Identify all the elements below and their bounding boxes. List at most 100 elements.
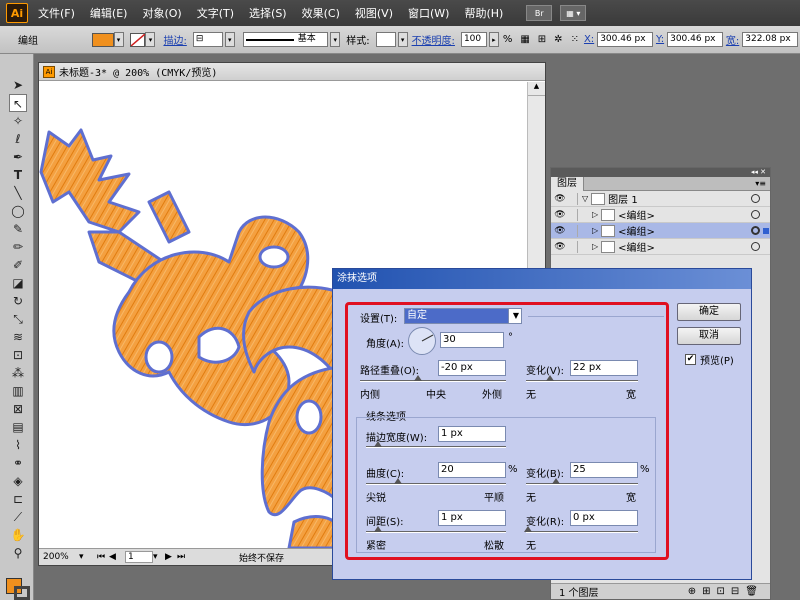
direct-selection-tool-icon[interactable]: ↖ <box>9 94 27 112</box>
ok-button[interactable]: 确定 <box>677 303 741 321</box>
expand-arrow-icon[interactable]: ▷ <box>592 242 598 251</box>
spacing-slider[interactable] <box>366 531 506 533</box>
target-circle-icon[interactable] <box>751 210 760 219</box>
stroke-width-slider[interactable] <box>366 446 506 448</box>
menu-select[interactable]: 选择(S) <box>249 5 287 21</box>
lock-toggle[interactable] <box>568 208 578 221</box>
stroke-swatch[interactable] <box>129 32 146 47</box>
stroke-profile-dropdown-icon[interactable]: ▾ <box>330 32 341 47</box>
opacity-link[interactable]: 不透明度: <box>412 32 455 47</box>
curviness-input[interactable]: 20 <box>438 462 506 478</box>
menu-help[interactable]: 帮助(H) <box>464 5 503 21</box>
isolate-icon[interactable]: ✲ <box>554 34 562 45</box>
live-paint-icon[interactable]: ◈ <box>9 472 27 490</box>
transform-icon[interactable]: ⊞ <box>538 34 546 45</box>
blend-tool-icon[interactable]: ⚭ <box>9 454 27 472</box>
y-link[interactable]: Y: <box>656 34 664 45</box>
setting-select[interactable]: 自定 <box>404 308 520 324</box>
hand-tool-icon[interactable]: ✋ <box>9 526 27 544</box>
spacing-variation-input[interactable]: 0 px <box>570 510 638 526</box>
layer-row-selected[interactable]: 👁 ▷ <编组> <box>551 223 770 239</box>
eraser-icon[interactable]: ◪ <box>9 274 27 292</box>
type-tool-icon[interactable]: T <box>9 166 27 184</box>
spacing-variation-slider[interactable] <box>526 531 638 533</box>
overlap-variation-slider[interactable] <box>526 380 638 382</box>
path-overlap-thumb[interactable] <box>414 375 422 381</box>
stroke-color-box[interactable] <box>14 586 30 600</box>
scale-tool-icon[interactable]: ⤡ <box>9 310 27 328</box>
layer-action-icons[interactable]: ⊕⊞⊡⊟🗑 <box>688 586 764 597</box>
prev-page-icon[interactable]: ◀ <box>109 552 121 562</box>
expand-arrow-icon[interactable]: ▷ <box>592 226 598 235</box>
y-input[interactable]: 300.46 px <box>667 32 723 47</box>
x-input[interactable]: 300.46 px <box>597 32 653 47</box>
curviness-slider[interactable] <box>366 483 506 485</box>
symbol-sprayer-icon[interactable]: ⁂ <box>9 364 27 382</box>
opacity-dropdown-icon[interactable]: ▸ <box>488 32 499 47</box>
target-circle-icon[interactable] <box>751 194 760 203</box>
menu-edit[interactable]: 编辑(E) <box>90 5 128 21</box>
align-icon[interactable]: ▦ <box>520 34 529 45</box>
overlap-variation-thumb[interactable] <box>546 375 554 381</box>
spacing-thumb[interactable] <box>374 526 382 532</box>
graph-tool-icon[interactable]: ▥ <box>9 382 27 400</box>
reference-point-icon[interactable]: ⁙ <box>571 34 579 45</box>
stroke-weight-field[interactable]: ⊟ <box>192 32 223 47</box>
spacing-variation-thumb[interactable] <box>524 526 532 532</box>
page-dropdown-icon[interactable]: ▾ <box>153 552 165 562</box>
selection-tool-icon[interactable]: ➤ <box>9 76 27 94</box>
panel-menu-icon[interactable]: ▾≡ <box>755 179 766 188</box>
path-overlap-input[interactable]: -20 px <box>438 360 506 376</box>
rotate-tool-icon[interactable]: ↻ <box>9 292 27 310</box>
fill-dropdown-icon[interactable]: ▾ <box>113 32 124 47</box>
angle-input[interactable]: 30 <box>440 332 504 348</box>
style-dropdown-icon[interactable]: ▾ <box>397 32 408 47</box>
preview-checkbox[interactable]: ✔ <box>685 354 696 365</box>
document-tab[interactable]: Ai 未标题-3* @ 200% (CMYK/预览) <box>39 63 545 81</box>
curviness-variation-slider[interactable] <box>526 483 638 485</box>
spacing-input[interactable]: 1 px <box>438 510 506 526</box>
menu-type[interactable]: 文字(T) <box>197 5 234 21</box>
width-input[interactable]: 322.08 px <box>742 32 799 47</box>
visibility-eye-icon[interactable]: 👁 <box>554 225 566 237</box>
cancel-button[interactable]: 取消 <box>677 327 741 345</box>
width-link[interactable]: 宽: <box>726 32 739 47</box>
lasso-icon[interactable]: ℓ <box>9 130 27 148</box>
path-overlap-slider[interactable] <box>360 380 506 382</box>
eyedropper-icon[interactable]: ⌇ <box>9 436 27 454</box>
layer-row[interactable]: 👁 ▽ 图层 1 <box>551 191 770 207</box>
page-input[interactable]: 1 <box>125 551 153 563</box>
fill-swatch[interactable] <box>91 32 114 47</box>
preview-checkbox-row[interactable]: ✔ 预览(P) <box>685 352 734 367</box>
angle-dial[interactable] <box>408 327 436 355</box>
next-page-icon[interactable]: ▶ <box>165 552 177 562</box>
tab-layers[interactable]: 图层 <box>551 176 584 191</box>
curviness-variation-input[interactable]: 25 <box>570 462 638 478</box>
lock-toggle[interactable] <box>568 192 578 205</box>
stroke-profile-field[interactable]: 基本 <box>242 32 329 47</box>
mesh-tool-icon[interactable]: ⊠ <box>9 400 27 418</box>
stroke-width-thumb[interactable] <box>374 441 382 447</box>
setting-dropdown-icon[interactable]: ▼ <box>508 308 522 324</box>
zoom-level[interactable]: 200% <box>43 552 79 562</box>
menu-object[interactable]: 对象(O) <box>142 5 181 21</box>
slice-tool-icon[interactable]: ⟋ <box>9 508 27 526</box>
visibility-eye-icon[interactable]: 👁 <box>554 241 566 253</box>
style-swatch[interactable] <box>375 32 396 47</box>
visibility-eye-icon[interactable]: 👁 <box>554 209 566 221</box>
expand-arrow-icon[interactable]: ▷ <box>592 210 598 219</box>
last-page-icon[interactable]: ⏭ <box>177 552 189 562</box>
overlap-variation-input[interactable]: 22 px <box>570 360 638 376</box>
artboard-tool-icon[interactable]: ⊏ <box>9 490 27 508</box>
target-circle-icon[interactable] <box>751 242 760 251</box>
ellipse-tool-icon[interactable]: ◯ <box>9 202 27 220</box>
opacity-input[interactable]: 100 <box>460 32 487 47</box>
lock-toggle[interactable] <box>568 240 578 253</box>
blob-brush-icon[interactable]: ✐ <box>9 256 27 274</box>
stroke-link[interactable]: 描边: <box>163 32 186 47</box>
scroll-up-icon[interactable]: ▲ <box>528 82 545 96</box>
magic-wand-icon[interactable]: ✧ <box>9 112 27 130</box>
pen-tool-icon[interactable]: ✒ <box>9 148 27 166</box>
first-page-icon[interactable]: ⏮ <box>97 552 109 562</box>
gradient-tool-icon[interactable]: ▤ <box>9 418 27 436</box>
